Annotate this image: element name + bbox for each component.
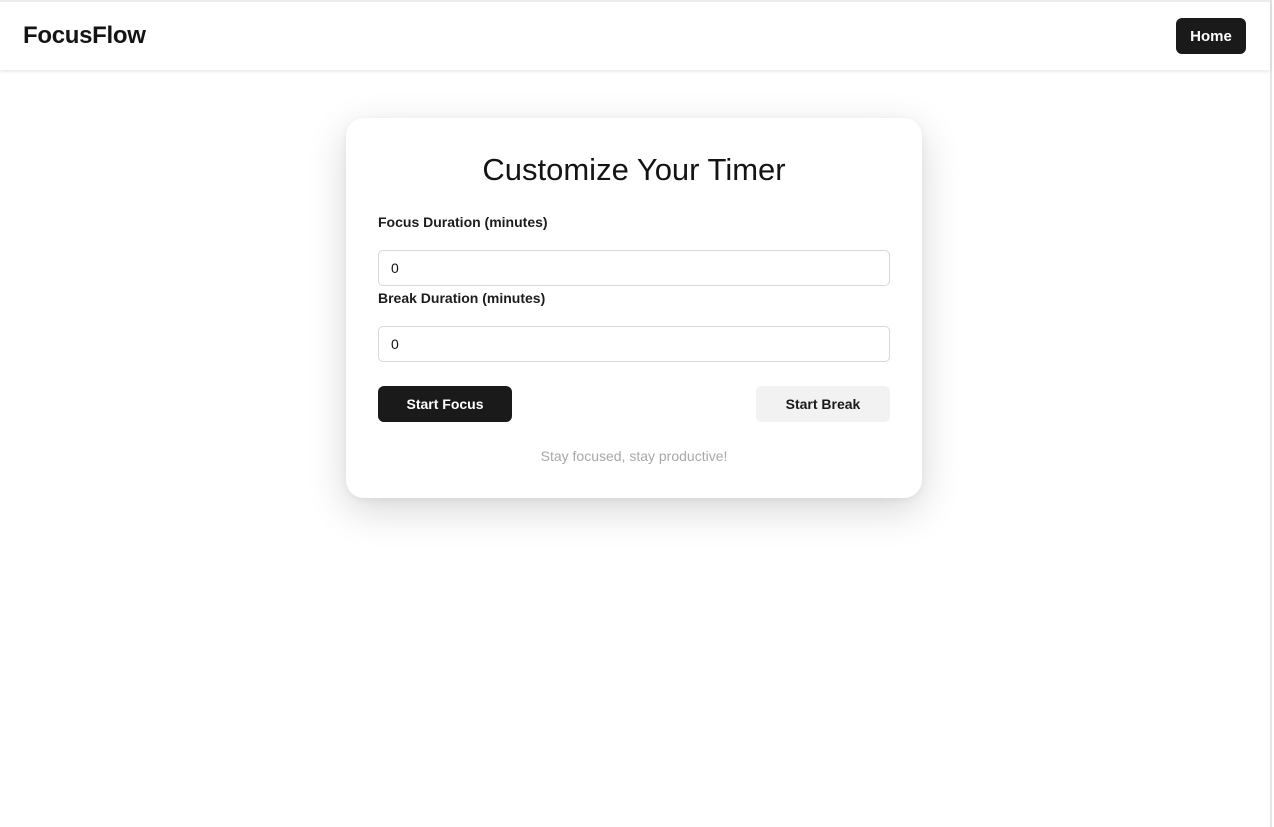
break-duration-label: Break Duration (minutes) xyxy=(378,290,546,306)
timer-settings-card: Customize Your Timer Focus Duration (min… xyxy=(346,118,922,498)
focus-duration-input[interactable] xyxy=(378,250,890,286)
page: FocusFlow Home Customize Your Timer Focu… xyxy=(0,0,1272,827)
break-duration-input[interactable] xyxy=(378,326,890,362)
start-focus-button[interactable]: Start Focus xyxy=(378,386,512,422)
card-title: Customize Your Timer xyxy=(482,152,786,187)
home-button[interactable]: Home xyxy=(1176,18,1246,54)
focus-duration-label: Focus Duration (minutes) xyxy=(378,214,548,230)
brand-logo[interactable]: FocusFlow xyxy=(23,22,146,50)
tagline: Stay focused, stay productive! xyxy=(540,448,728,464)
top-navbar: FocusFlow Home xyxy=(0,0,1270,70)
start-break-button[interactable]: Start Break xyxy=(756,386,890,422)
